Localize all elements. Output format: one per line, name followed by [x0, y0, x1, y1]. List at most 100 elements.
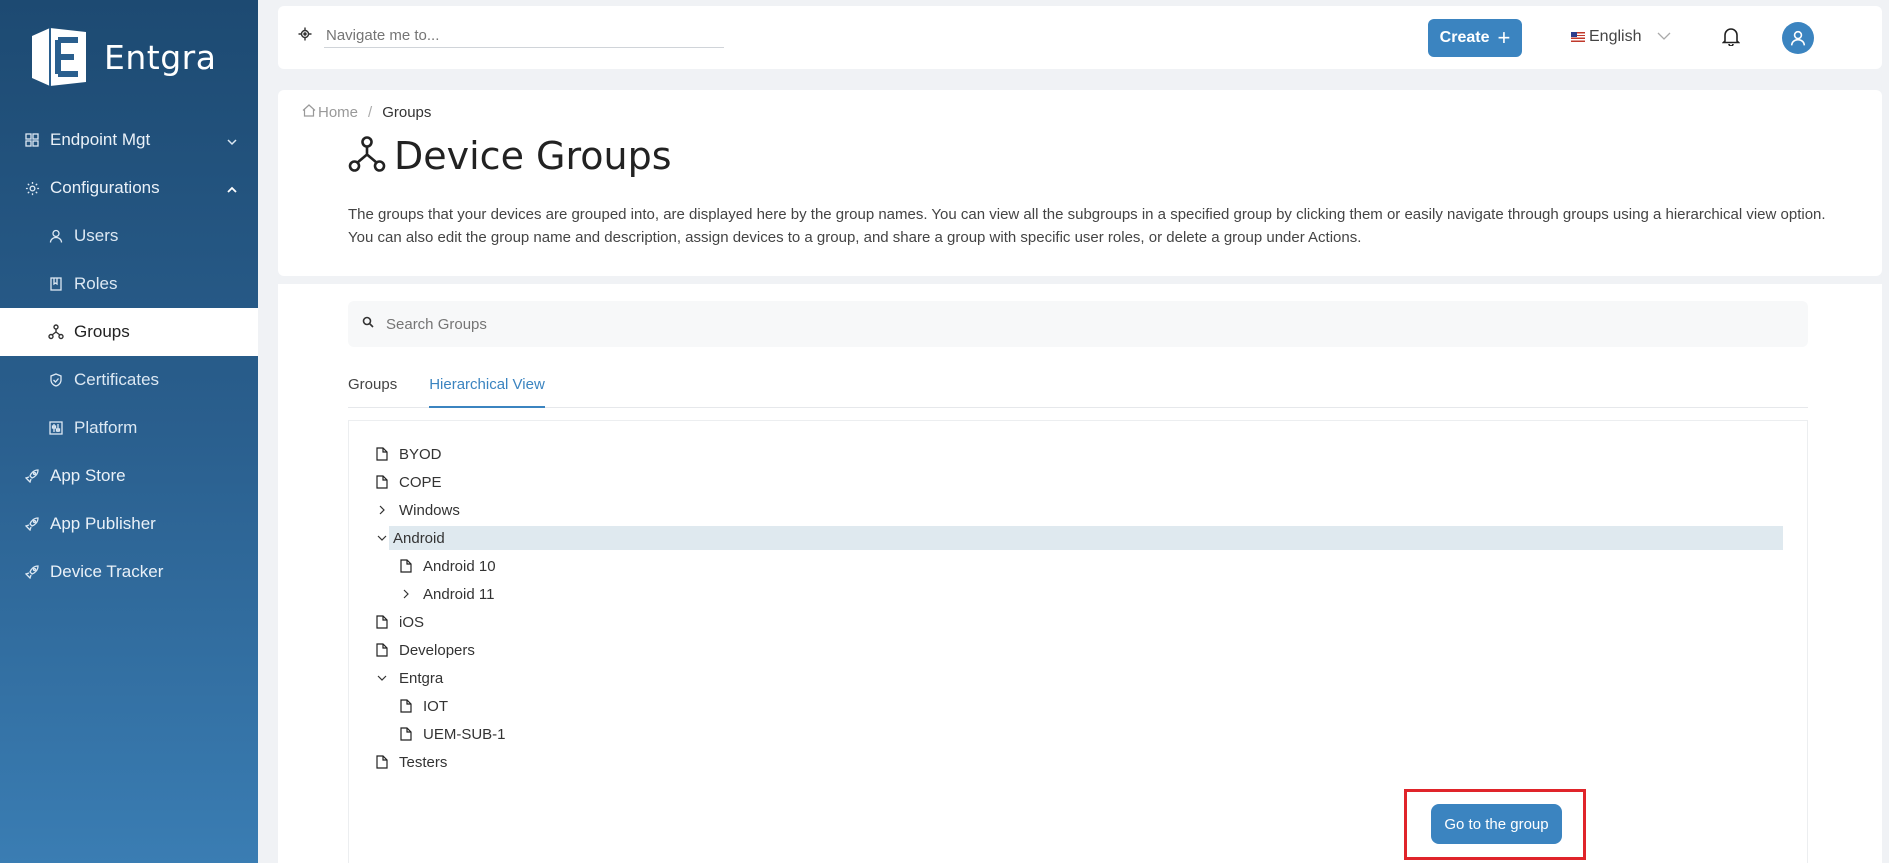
tree-node[interactable]: Android [389, 526, 1783, 550]
tab-hierarchical-view[interactable]: Hierarchical View [429, 370, 545, 408]
entgra-logo-icon [32, 28, 86, 86]
us-flag-icon [1571, 32, 1585, 42]
navigate-search [298, 24, 724, 48]
user-avatar[interactable] [1782, 22, 1814, 54]
sidebar-item-label: Platform [74, 418, 138, 437]
chevron-down-icon [226, 133, 238, 153]
file-icon [399, 559, 413, 573]
tree-node[interactable]: iOS [375, 610, 424, 634]
chevron-right-icon[interactable] [399, 589, 413, 599]
tree-node[interactable]: Windows [375, 498, 460, 522]
grid-icon [24, 132, 40, 148]
tree-node[interactable]: UEM-SUB-1 [399, 722, 506, 746]
tree-node[interactable]: IOT [399, 694, 448, 718]
gear-icon [24, 180, 40, 196]
sidebar-item-device-tracker[interactable]: Device Tracker [0, 548, 258, 596]
tree-node-label: iOS [399, 613, 425, 631]
chevron-right-icon[interactable] [375, 505, 389, 515]
group-tree: BYOD COPE Windows Android Android 10 Android … [348, 420, 1808, 863]
tree-node-label: Testers [399, 753, 448, 771]
tree-node[interactable]: Developers [375, 638, 475, 662]
sidebar-item-label: Configurations [50, 178, 160, 197]
sidebar-item-certificates[interactable]: Certificates [0, 356, 258, 404]
file-icon [375, 475, 389, 489]
chevron-down-icon[interactable] [375, 674, 389, 682]
tree-node[interactable]: COPE [375, 470, 442, 494]
shield-check-icon [48, 372, 64, 388]
brand-name: Entgra [104, 37, 217, 77]
sidebar-item-label: Certificates [74, 370, 160, 389]
groups-content: Groups Hierarchical View BYOD COPE Windows… [278, 284, 1882, 863]
tree-node-label: UEM-SUB-1 [423, 725, 506, 743]
chevron-up-icon [226, 181, 238, 201]
tab-groups[interactable]: Groups [348, 370, 397, 408]
sidebar-item-label: App Store [50, 466, 126, 485]
sidebar-item-label: Users [74, 226, 119, 245]
tree-node[interactable]: Entgra [375, 666, 443, 690]
go-to-group-button[interactable]: Go to the group [1431, 804, 1562, 844]
tree-node-label: Android 10 [423, 557, 496, 575]
sidebar-item-label: Groups [74, 322, 130, 341]
tree-node-label: Entgra [399, 669, 444, 687]
sidebar-item-app-store[interactable]: App Store [0, 452, 258, 500]
book-icon [48, 276, 64, 292]
page-title: Device Groups [348, 134, 672, 178]
tree-node-label: Developers [399, 641, 475, 659]
page-title-text: Device Groups [394, 134, 672, 178]
file-icon [399, 699, 413, 713]
rocket-icon [24, 516, 40, 532]
sliders-icon [48, 420, 64, 436]
rocket-icon [24, 564, 40, 580]
locate-icon [298, 27, 312, 46]
notifications-bell-icon[interactable] [1721, 26, 1741, 51]
language-label: English [1589, 28, 1642, 45]
tree-node[interactable]: BYOD [375, 442, 442, 466]
sidebar-item-configurations[interactable]: Configurations [0, 164, 258, 212]
tree-node-label: Android 11 [423, 585, 495, 603]
sidebar-item-label: Device Tracker [50, 562, 164, 581]
chevron-down-icon [1657, 28, 1671, 46]
search-groups-input[interactable] [386, 315, 1686, 333]
user-icon [48, 228, 64, 244]
file-icon [399, 727, 413, 741]
sidebar-item-roles[interactable]: Roles [0, 260, 258, 308]
plus-icon: + [1497, 25, 1511, 50]
sidebar-item-label: Roles [74, 274, 118, 293]
rocket-icon [24, 468, 40, 484]
file-icon [375, 447, 389, 461]
page-header: Home / Groups Device Groups The groups t… [278, 90, 1882, 276]
brand-logo[interactable]: Entgra [28, 26, 216, 88]
tree-node-label: Windows [399, 501, 460, 519]
breadcrumb-home[interactable]: Home [318, 104, 358, 121]
tree-node-label: IOT [423, 697, 448, 715]
tree-node-label: COPE [399, 473, 442, 491]
page-description: The groups that your devices are grouped… [348, 206, 1826, 246]
create-button-label: Create [1439, 29, 1490, 46]
user-icon [1790, 30, 1806, 46]
sidebar-item-app-publisher[interactable]: App Publisher [0, 500, 258, 548]
sidebar-item-endpoint-mgt[interactable]: Endpoint Mgt [0, 116, 258, 164]
tree-node-label: Android [393, 529, 445, 547]
search-groups-bar [348, 301, 1808, 347]
tree-node[interactable]: Android 10 [399, 554, 496, 578]
language-selector[interactable]: English [1571, 28, 1671, 46]
sidebar-item-groups[interactable]: Groups [0, 308, 258, 356]
breadcrumb-current: Groups [382, 104, 432, 121]
sidebar-nav: Endpoint Mgt Configurations Users Roles … [0, 116, 258, 596]
sidebar-item-users[interactable]: Users [0, 212, 258, 260]
tree-node[interactable]: Android 11 [399, 582, 494, 606]
navigate-input[interactable] [324, 24, 724, 48]
file-icon [375, 755, 389, 769]
tree-node-label: BYOD [399, 445, 442, 463]
home-icon[interactable] [302, 104, 316, 121]
breadcrumb-separator: / [368, 104, 373, 121]
create-button[interactable]: Create + [1428, 19, 1522, 57]
search-icon [362, 315, 374, 333]
chevron-down-icon[interactable] [375, 534, 389, 542]
tree-node[interactable]: Testers [375, 750, 447, 774]
sidebar-item-platform[interactable]: Platform [0, 404, 258, 452]
groups-icon [48, 324, 64, 340]
sidebar-item-label: App Publisher [50, 514, 156, 533]
view-tabs: Groups Hierarchical View [348, 370, 1808, 408]
file-icon [375, 643, 389, 657]
